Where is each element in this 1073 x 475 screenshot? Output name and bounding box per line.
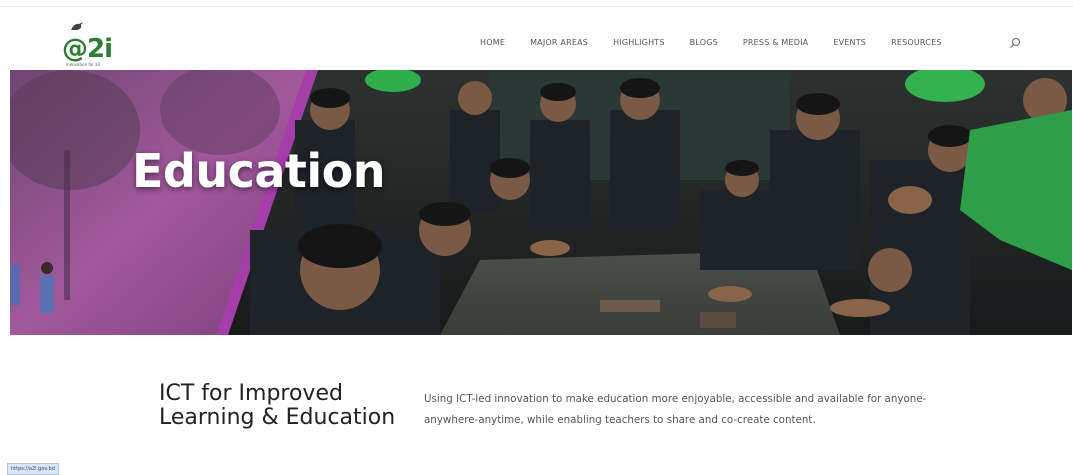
nav-events[interactable]: EVENTS: [833, 38, 866, 47]
bird-icon: [71, 22, 83, 30]
nav-press-media[interactable]: PRESS & MEDIA: [743, 38, 808, 47]
logo-name: 2i: [87, 34, 113, 64]
nav-blogs[interactable]: BLOGS: [690, 38, 718, 47]
nav-major-areas[interactable]: MAJOR AREAS: [530, 38, 588, 47]
section-heading: ICT for Improved Learning & Education: [159, 381, 396, 430]
site-logo[interactable]: @2i innovation for all: [58, 22, 118, 68]
nav-home[interactable]: HOME: [480, 38, 505, 47]
logo-wordmark: @2i: [62, 34, 113, 64]
site-header: @2i innovation for all HOME MAJOR AREAS …: [0, 7, 1073, 69]
top-border: [0, 0, 1073, 7]
hero-photo: [10, 70, 1072, 335]
hero-banner: Education: [10, 70, 1072, 335]
status-bar-url: https://a2i.gov.bd: [7, 463, 59, 475]
search-icon[interactable]: [1009, 37, 1021, 49]
section-description: Using ICT-led innovation to make educati…: [424, 393, 927, 426]
logo-at: @: [62, 34, 88, 64]
hero-title: Education: [132, 144, 386, 198]
main-nav: HOME MAJOR AREAS HIGHLIGHTS BLOGS PRESS …: [480, 38, 967, 47]
nav-resources[interactable]: RESOURCES: [891, 38, 942, 47]
logo-tagline: innovation for all: [66, 62, 100, 67]
nav-highlights[interactable]: HIGHLIGHTS: [613, 38, 665, 47]
